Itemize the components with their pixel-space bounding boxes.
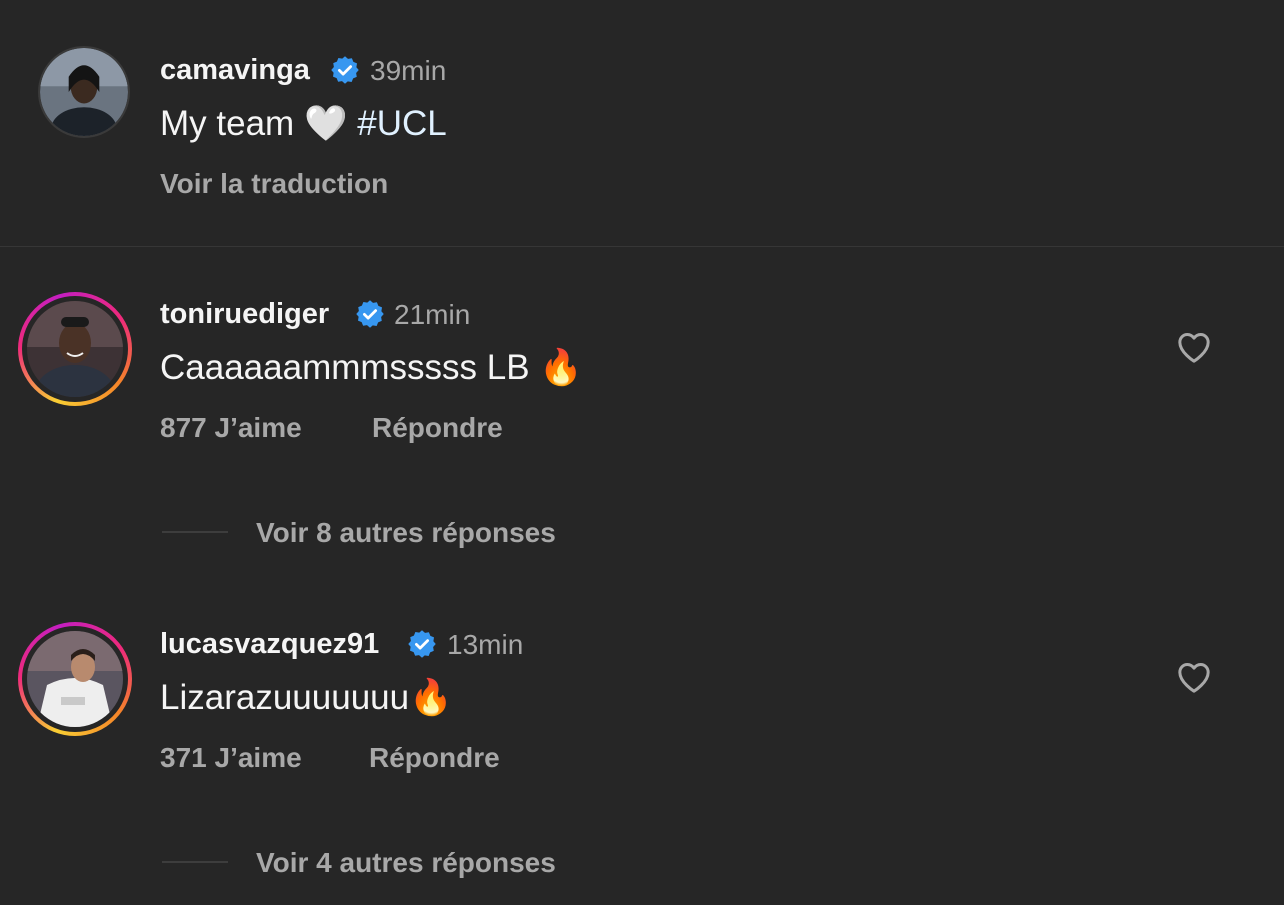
comment-text-body: Caaaaaammmsssss LB (160, 348, 530, 387)
comment-avatar[interactable] (18, 622, 132, 736)
comment-text: Lizarazuuuuuuu🔥 (160, 677, 453, 718)
heart-outline-icon[interactable] (1174, 327, 1214, 367)
verified-badge-icon (331, 56, 359, 84)
caption-text: My team 🤍 #UCL (160, 103, 447, 144)
like-count[interactable]: 371 J’aime (160, 742, 302, 774)
caption-text-body: My team (160, 104, 295, 143)
view-more-replies-link[interactable]: Voir 4 autres réponses (256, 847, 556, 879)
comments-screen: camavinga 39min My team 🤍 #UCL Voir la t… (0, 0, 1284, 905)
caption-time: 39min (370, 55, 447, 86)
comment-username[interactable]: toniruediger (160, 298, 329, 331)
verified-badge-icon (408, 630, 436, 658)
reply-button[interactable]: Répondre (372, 412, 503, 444)
comment-time: 13min (447, 629, 524, 660)
avatar-ring-inner (22, 296, 128, 402)
verified-badge-icon (356, 300, 384, 328)
caption-avatar[interactable] (38, 46, 130, 138)
reply-button[interactable]: Répondre (369, 742, 500, 774)
see-translation-link[interactable]: Voir la traduction (160, 168, 388, 200)
comment-time: 21min (394, 299, 471, 330)
avatar-photo (27, 631, 123, 727)
comment-text: Caaaaaammmsssss LB 🔥 (160, 347, 583, 388)
fire-emoji: 🔥 (409, 678, 453, 718)
comment-text-body: Lizarazuuuuuuu (160, 678, 410, 717)
comment-username[interactable]: lucasvazquez91 (160, 628, 379, 661)
replies-line (162, 531, 228, 533)
like-count[interactable]: 877 J’aime (160, 412, 302, 444)
avatar-photo (40, 48, 128, 136)
view-more-replies-link[interactable]: Voir 8 autres réponses (256, 517, 556, 549)
heart-outline-icon[interactable] (1174, 657, 1214, 697)
caption-username[interactable]: camavinga (160, 54, 310, 87)
white-heart-emoji: 🤍 (303, 104, 348, 144)
divider (0, 246, 1284, 247)
fire-emoji: 🔥 (539, 348, 583, 388)
comment-avatar[interactable] (18, 292, 132, 406)
hashtag-link[interactable]: #UCL (357, 104, 446, 143)
replies-line (162, 861, 228, 863)
avatar-ring-inner (22, 626, 128, 732)
avatar-photo (27, 301, 123, 397)
